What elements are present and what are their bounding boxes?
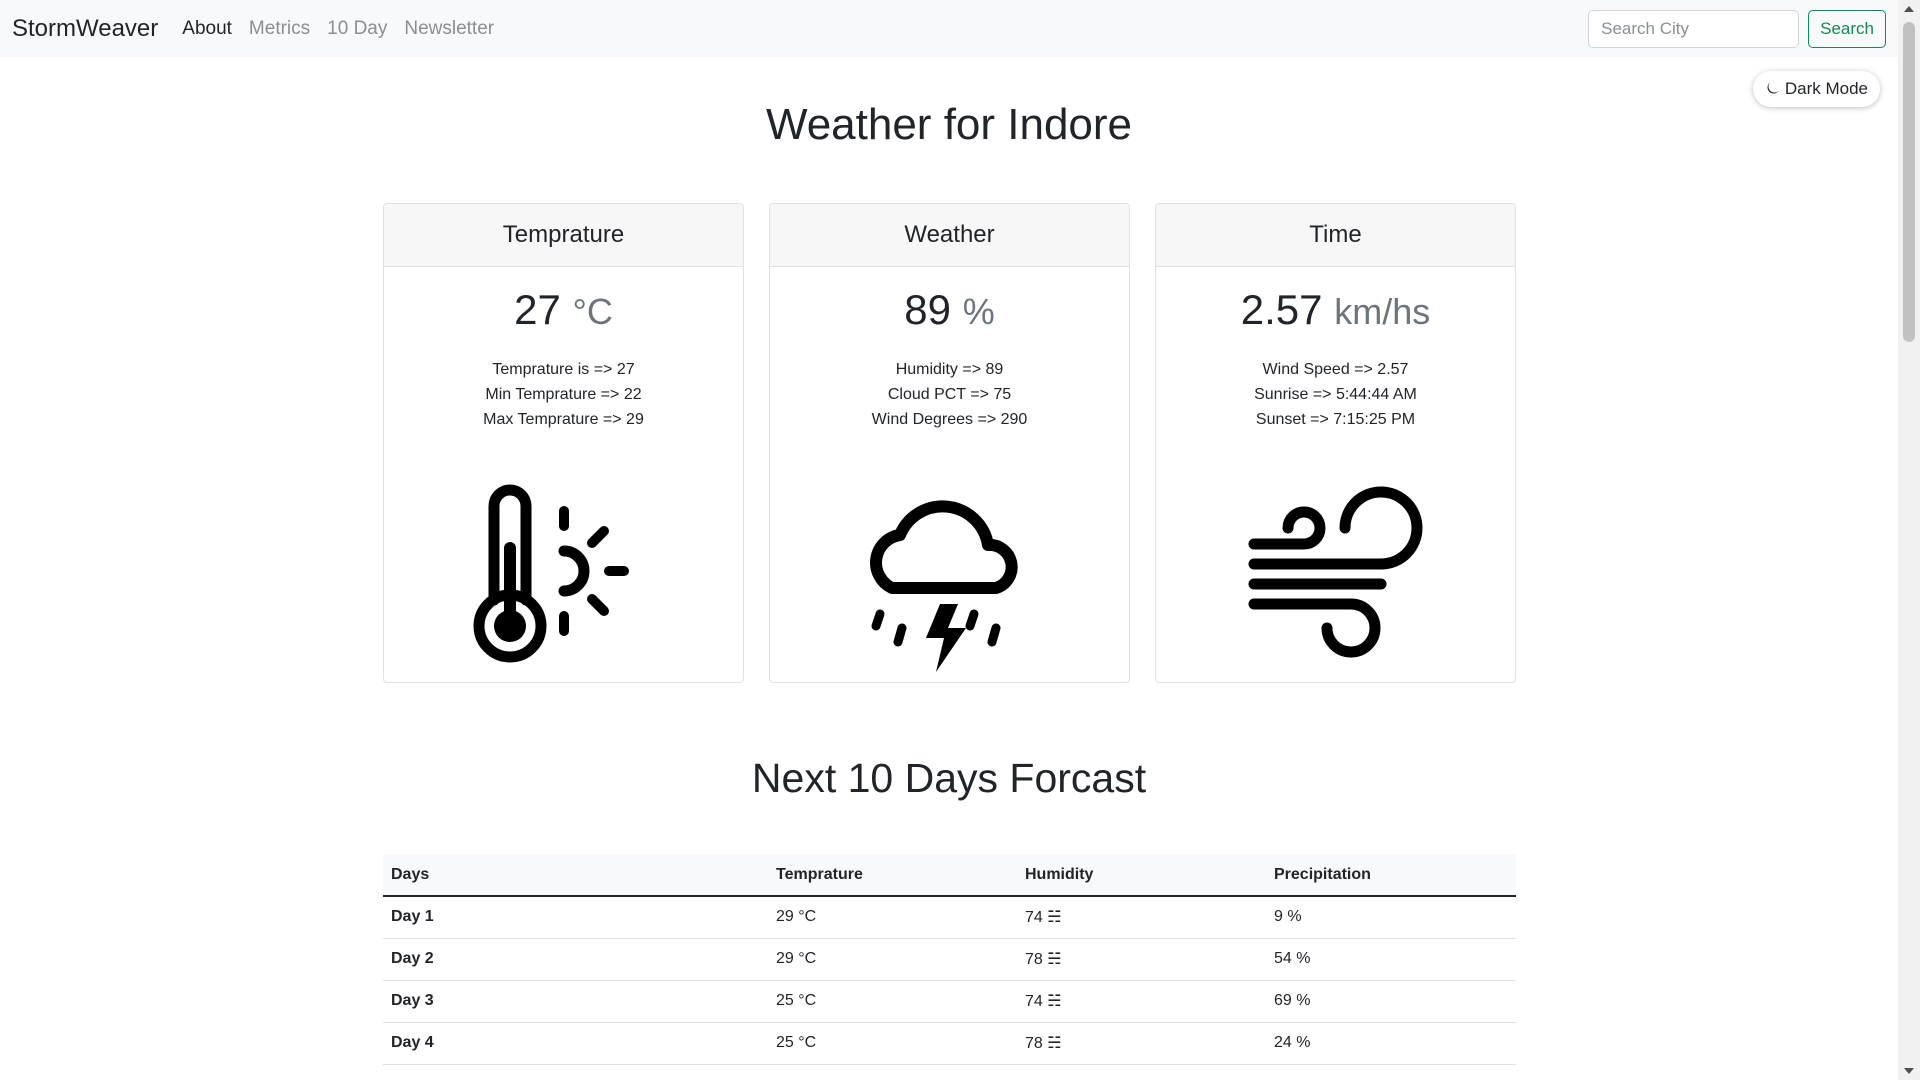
- nav-link-metrics[interactable]: Metrics: [249, 18, 310, 40]
- metric-unit: °C: [572, 291, 613, 332]
- temperature-card: Temprature 27 °C Temprature is => 27 Min…: [383, 203, 744, 683]
- dark-mode-label: Dark Mode: [1784, 79, 1868, 98]
- cell-temperature: 29 °C: [768, 896, 1017, 939]
- page-title: Weather for Indore: [765, 100, 1133, 149]
- time-card: Time 2.57 km/hs Wind Speed => 2.57 Sunri…: [1155, 203, 1516, 683]
- detail-line: Wind Degrees => 290: [871, 411, 1028, 429]
- col-header-humidity: Humidity: [1017, 854, 1266, 897]
- scroll-up-arrow[interactable]: [1904, 6, 1914, 12]
- detail-line: Humidity => 89: [895, 361, 1004, 379]
- detail-line: Temprature is => 27: [492, 361, 635, 379]
- card-header: Weather: [770, 204, 1129, 267]
- table-row: Day 4 25 °C 78 ☵ 24 %: [383, 1022, 1516, 1065]
- detail-line: Sunset => 7:15:25 PM: [1255, 411, 1416, 429]
- cell-day: Day 4: [383, 1022, 768, 1065]
- metric-unit: km/hs: [1334, 291, 1431, 332]
- forecast-title: Next 10 Days Forcast: [751, 755, 1147, 801]
- cell-precipitation: 9 %: [1266, 896, 1516, 939]
- cell-day: Day 1: [383, 896, 768, 939]
- card-details: Wind Speed => 2.57 Sunrise => 5:44:44 AM…: [1156, 357, 1515, 432]
- table-row: Day 3 25 °C 74 ☵ 69 %: [383, 980, 1516, 1023]
- metric-value: 89 %: [770, 286, 1129, 333]
- metric-value: 27 °C: [384, 286, 743, 333]
- table-row: Day 2 29 °C 78 ☵ 54 %: [383, 938, 1516, 981]
- weather-card: Weather 89 % Humidity => 89 Cloud PCT =>…: [769, 203, 1130, 683]
- detail-line: Wind Speed => 2.57: [1262, 361, 1409, 379]
- card-details: Temprature is => 27 Min Temprature => 22…: [384, 357, 743, 432]
- thermometer-sun-icon: [473, 484, 629, 663]
- metric-value: 2.57 km/hs: [1156, 286, 1515, 333]
- nav-link-newsletter[interactable]: Newsletter: [404, 18, 494, 40]
- metric-number: 89: [904, 286, 952, 333]
- card-details: Humidity => 89 Cloud PCT => 75 Wind Degr…: [770, 357, 1129, 432]
- cell-day: Day 3: [383, 980, 768, 1023]
- table-header-row: Days Temprature Humidity Precipitation: [383, 854, 1516, 897]
- cell-humidity: 74 ☵: [1017, 980, 1266, 1023]
- cloud-storm-icon: [869, 500, 1018, 673]
- cell-precipitation: 69 %: [1266, 980, 1516, 1023]
- search-button[interactable]: Search: [1808, 9, 1886, 48]
- forecast-table: Days Temprature Humidity Precipitation D…: [383, 854, 1516, 1065]
- cell-humidity: 78 ☵: [1017, 1022, 1266, 1065]
- detail-line: Sunrise => 5:44:44 AM: [1254, 386, 1417, 404]
- cell-precipitation: 54 %: [1266, 938, 1516, 981]
- cell-temperature: 29 °C: [768, 938, 1017, 981]
- detail-line: Cloud PCT => 75: [887, 386, 1012, 404]
- card-header: Temprature: [384, 204, 743, 267]
- cell-humidity: 74 ☵: [1017, 896, 1266, 939]
- cell-humidity: 78 ☵: [1017, 938, 1266, 981]
- cell-precipitation: 24 %: [1266, 1022, 1516, 1065]
- metric-number: 27: [514, 286, 561, 333]
- metric-number: 2.57: [1240, 286, 1323, 333]
- table-row: Day 1 29 °C 74 ☵ 9 %: [383, 896, 1516, 939]
- navbar: StormWeaver About Metrics 10 Day Newslet…: [0, 0, 1898, 57]
- page: StormWeaver About Metrics 10 Day Newslet…: [0, 0, 1898, 1080]
- cell-temperature: 25 °C: [768, 980, 1017, 1023]
- moon-icon: [1767, 82, 1779, 94]
- cell-day: Day 2: [383, 938, 768, 981]
- search-city-input[interactable]: [1588, 9, 1800, 48]
- detail-line: Min Temprature => 22: [485, 386, 642, 404]
- page-scrollbar[interactable]: [1898, 0, 1920, 1080]
- nav-link-10-day[interactable]: 10 Day: [327, 18, 387, 40]
- col-header-days: Days: [383, 854, 768, 897]
- metric-unit: %: [962, 291, 995, 332]
- cell-temperature: 25 °C: [768, 1022, 1017, 1065]
- card-header: Time: [1156, 204, 1515, 267]
- nav-link-about[interactable]: About: [182, 18, 232, 40]
- wind-icon: [1248, 486, 1422, 658]
- scrollbar-thumb[interactable]: [1903, 22, 1915, 342]
- col-header-temperature: Temprature: [768, 854, 1017, 897]
- weather-cards: Temprature 27 °C Temprature is => 27 Min…: [383, 203, 1516, 683]
- col-header-precipitation: Precipitation: [1266, 854, 1516, 897]
- scroll-down-arrow[interactable]: [1904, 1068, 1914, 1074]
- brand-logo[interactable]: StormWeaver: [12, 15, 158, 43]
- search-form: Search: [1588, 9, 1886, 48]
- detail-line: Max Temprature => 29: [483, 411, 644, 429]
